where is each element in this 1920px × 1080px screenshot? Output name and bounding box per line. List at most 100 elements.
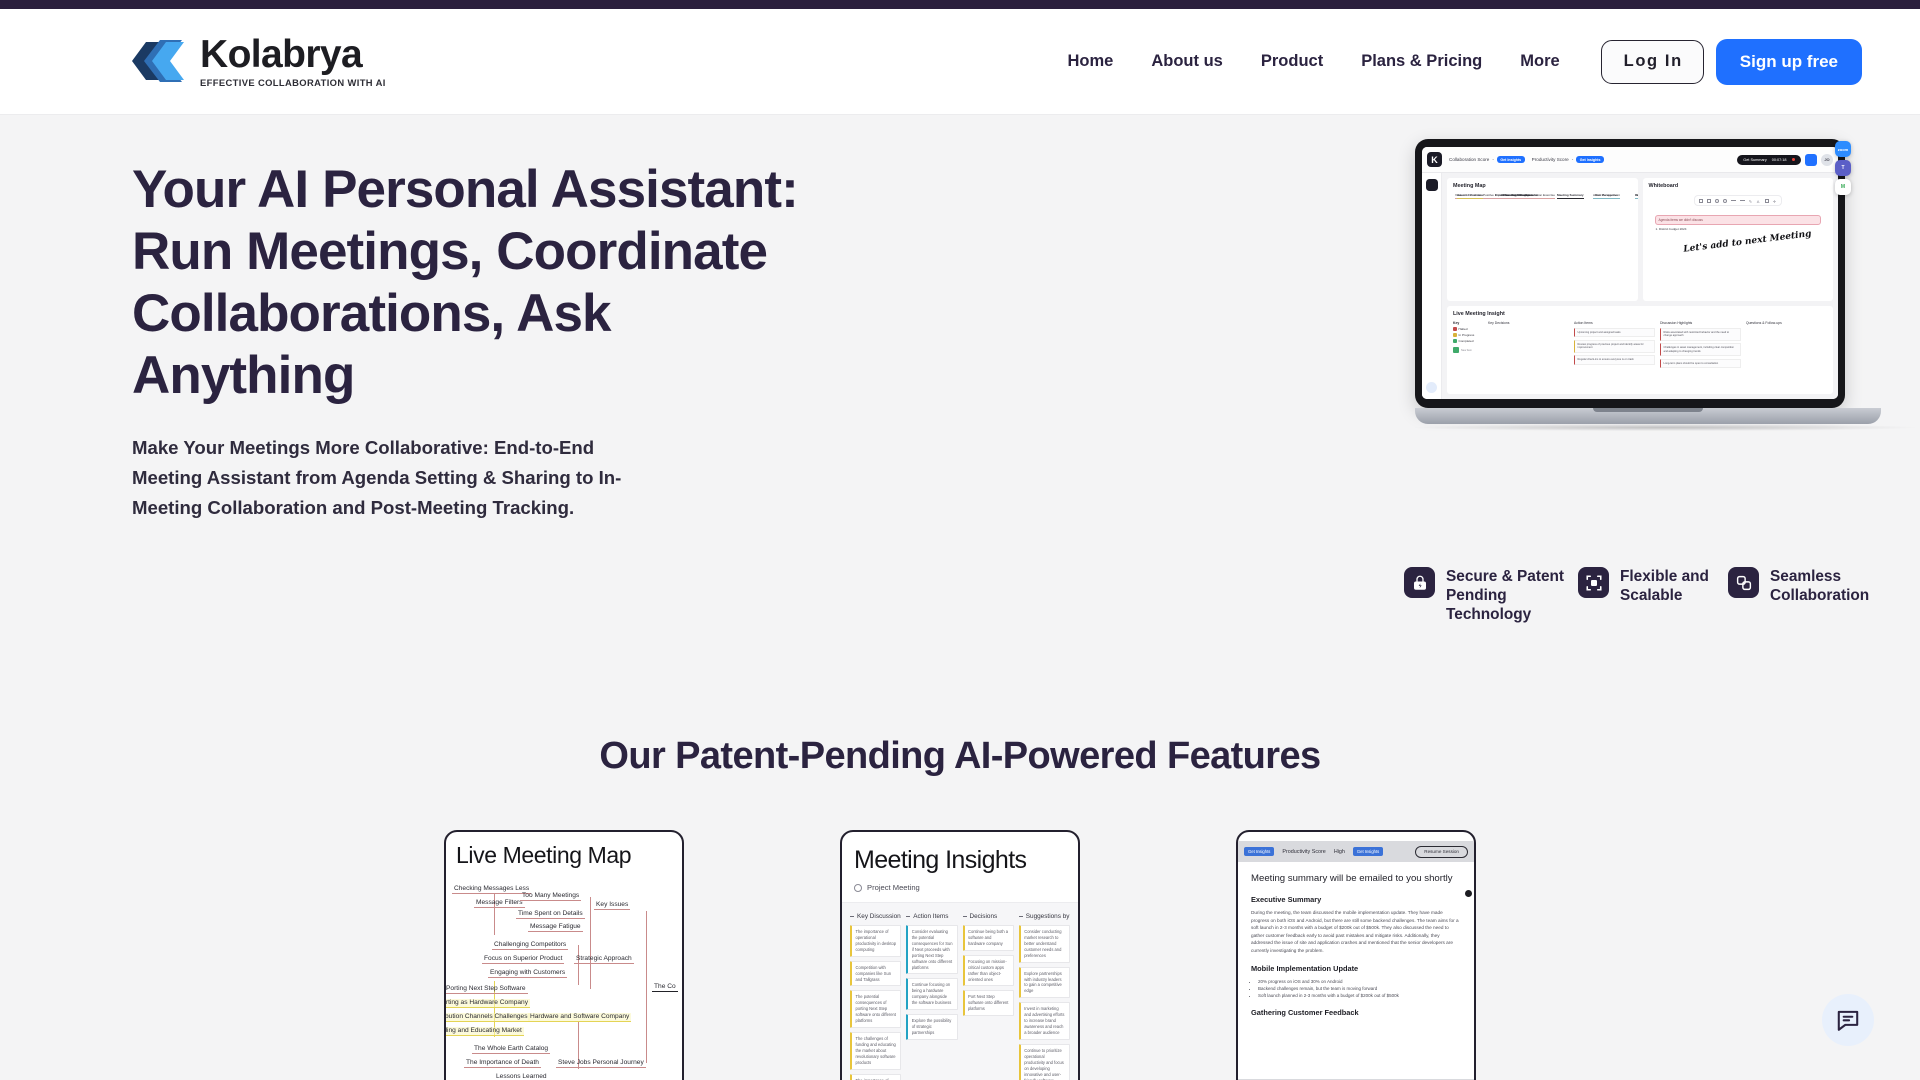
map-node: Message Fatigue <box>528 923 583 932</box>
section-bullet: Soft launch planned in 2-3 months with a… <box>1258 992 1461 999</box>
key-legend-item: Halted <box>1453 327 1483 331</box>
kanban-card[interactable]: The importance of operational productivi… <box>850 925 902 957</box>
section-title: Gathering Customer Feedback <box>1251 1008 1359 1018</box>
summary-document: Meeting summary will be emailed to you s… <box>1238 862 1474 1080</box>
sign-up-free-button[interactable]: Sign up free <box>1715 38 1862 85</box>
insight-card[interactable]: Review progress of previous project and … <box>1574 339 1655 353</box>
pen-tool-icon[interactable]: ✎ <box>1749 199 1753 204</box>
column-title: Questions & Follow-ups <box>1746 321 1782 325</box>
feature-cards: Live Meeting Map Checking Messages Less … <box>0 830 1920 1080</box>
share-button-icon[interactable] <box>1805 153 1817 166</box>
badge-label: Flexible and Scalable <box>1620 568 1709 604</box>
whiteboard-sticky-note: Agenda items we didn't discuss <box>1654 215 1821 225</box>
hero-subheadline: Make Your Meetings More Collaborative: E… <box>132 437 622 519</box>
map-node: Asset Management <box>1593 193 1620 199</box>
get-insights-button[interactable]: Get Insights <box>1244 847 1275 856</box>
new-item-button[interactable]: New Item <box>1453 347 1483 353</box>
get-summary-control[interactable]: Get Summary 00:07:18 <box>1737 154 1801 165</box>
laptop-shadow <box>1415 424 1915 431</box>
map-node: Time Spent on Details <box>516 910 585 919</box>
kanban-card[interactable]: Focusing on mission-critical custom apps… <box>962 954 1014 987</box>
kanban-card[interactable]: Invest in marketing and advertising effo… <box>1018 1002 1070 1040</box>
kanban-card[interactable]: Competition with companies like Sun and … <box>850 960 902 987</box>
get-insights-button-collab[interactable]: Get Insights <box>1496 156 1525 163</box>
nav-link-home[interactable]: Home <box>1049 42 1133 81</box>
log-in-button[interactable]: Log In <box>1600 39 1704 84</box>
kanban-card[interactable]: Explore partnerships with industry leade… <box>1018 966 1070 999</box>
collapse-icon[interactable] <box>906 916 911 917</box>
google-meet-icon: M <box>1835 179 1851 195</box>
get-insights-button-2[interactable]: Get Insights <box>1352 847 1384 856</box>
kanban-card[interactable]: Explore the possibility of strategic par… <box>906 1014 958 1040</box>
arrow-tool-icon[interactable] <box>1739 200 1745 201</box>
whiteboard-title: Whiteboard <box>1648 183 1679 189</box>
collapse-icon[interactable] <box>850 916 854 917</box>
kanban-card[interactable]: Continue to prioritize operational produ… <box>1018 1043 1070 1080</box>
circle-tool-icon[interactable] <box>1722 198 1727 203</box>
map-node: Lessons Learned <box>496 1073 547 1080</box>
badge-label: Secure & Patent Pending Technology <box>1446 568 1565 623</box>
kanban-card[interactable]: Consider conducting market research to b… <box>1018 925 1070 963</box>
productivity-score: Productivity Score - Get Insights <box>1531 156 1605 163</box>
text-tool-icon[interactable]: A <box>1757 199 1761 204</box>
ellipse-tool-icon[interactable] <box>1714 198 1719 203</box>
features-section: Our Patent-Pending AI-Powered Features L… <box>0 675 1920 1080</box>
select-tool-icon[interactable] <box>1698 198 1703 203</box>
kanban-card[interactable]: Port Next Step software onto different p… <box>962 990 1014 1017</box>
teams-icon: T <box>1835 160 1851 176</box>
rectangle-tool-icon[interactable] <box>1706 198 1711 203</box>
get-insights-button-productivity[interactable]: Get Insights <box>1576 156 1605 163</box>
kanban-card[interactable]: Consider evaluating the potential conseq… <box>906 925 958 975</box>
help-icon[interactable] <box>1426 382 1437 393</box>
section-title: Mobile Implementation Update <box>1251 963 1359 973</box>
kanban-card[interactable]: The challenges of funding and educating … <box>850 1032 902 1070</box>
nav-link-about-us[interactable]: About us <box>1132 42 1242 81</box>
badge-flexible-scalable: Flexible and Scalable <box>1578 567 1728 606</box>
brand-logo[interactable]: Kolabrya EFFECTIVE COLLABORATION WITH AI <box>130 35 386 88</box>
productivity-score-value: - <box>1571 157 1574 162</box>
status-label: In Progress <box>1458 333 1475 337</box>
image-tool-icon[interactable] <box>1764 198 1769 203</box>
line-tool-icon[interactable] <box>1730 200 1736 201</box>
close-icon[interactable] <box>1465 890 1472 897</box>
resume-session-button[interactable]: Resume Session <box>1415 845 1468 858</box>
insight-card[interactable]: Upcoming project and assigned tasks <box>1574 327 1655 337</box>
summary-headline: Meeting summary will be emailed to you s… <box>1251 873 1453 884</box>
insight-card[interactable]: Risks associated with restricted behavio… <box>1660 327 1741 341</box>
section-bullet: 20% progress on iOS and 30% on Android <box>1258 978 1461 985</box>
kanban-card[interactable]: The potential consequences of porting Ne… <box>850 990 902 1029</box>
home-icon[interactable] <box>1425 179 1438 191</box>
resize-scale-icon <box>1578 567 1609 598</box>
overlapping-squares-icon <box>1728 567 1759 598</box>
site-header: Kolabrya EFFECTIVE COLLABORATION WITH AI… <box>0 9 1920 115</box>
nav-link-product[interactable]: Product <box>1242 42 1342 81</box>
chat-widget-button[interactable] <box>1822 994 1874 1046</box>
productivity-score-label: Productivity Score <box>1531 157 1569 162</box>
avatar[interactable]: JO <box>1821 153 1833 166</box>
kanban-card[interactable]: Continue focusing on being a hardware co… <box>906 978 958 1011</box>
feature-card-live-meeting-map[interactable]: Live Meeting Map Checking Messages Less … <box>444 830 684 1080</box>
insight-card[interactable]: Regular check-ins to ensure everyone is … <box>1574 355 1655 365</box>
kanban-card[interactable]: The importance of strategic partnerships <box>850 1073 902 1080</box>
app-top-bar: K Collaboration Score - Get Insights Pro… <box>1422 147 1838 173</box>
collapse-icon[interactable] <box>1018 916 1023 917</box>
map-node: Key Issues <box>594 901 631 910</box>
badge-seamless-collaboration: Seamless Collaboration <box>1728 567 1869 606</box>
mind-map-diagram: Checking Messages Less Message Filters T… <box>446 871 682 1080</box>
kanban-column-key-discussions: Key Discussions The importance of operat… <box>850 913 902 1080</box>
feature-card-automated-meeting-summary[interactable]: Get Insights Productivity Score High Get… <box>1236 830 1476 1080</box>
insight-card[interactable]: Long-term plans should be open to consul… <box>1660 358 1741 368</box>
kanban-card[interactable]: Continue being both a software and hardw… <box>962 925 1014 951</box>
nav-link-plans-pricing[interactable]: Plans & Pricing <box>1342 42 1501 81</box>
nav-link-more[interactable]: More <box>1501 42 1578 81</box>
insights-kanban-board: Key Discussions The importance of operat… <box>842 902 1078 1080</box>
zoom-icon: zoom <box>1835 141 1851 157</box>
more-tool-icon[interactable]: ✛ <box>1773 199 1777 204</box>
laptop-illustration: zoom T M K Collaboration Score - Get Ins… <box>1415 139 1915 431</box>
insight-card[interactable]: Challenges in asset management, includin… <box>1660 343 1741 356</box>
map-node-center: Meeting Summary <box>1557 193 1584 199</box>
collapse-icon[interactable] <box>962 916 967 917</box>
map-node-center: The Co <box>652 983 678 992</box>
whiteboard-toolbar[interactable]: ✎ A ✛ <box>1693 195 1782 206</box>
feature-card-meeting-insights[interactable]: Meeting Insights Project Meeting Key Dis… <box>840 830 1080 1080</box>
